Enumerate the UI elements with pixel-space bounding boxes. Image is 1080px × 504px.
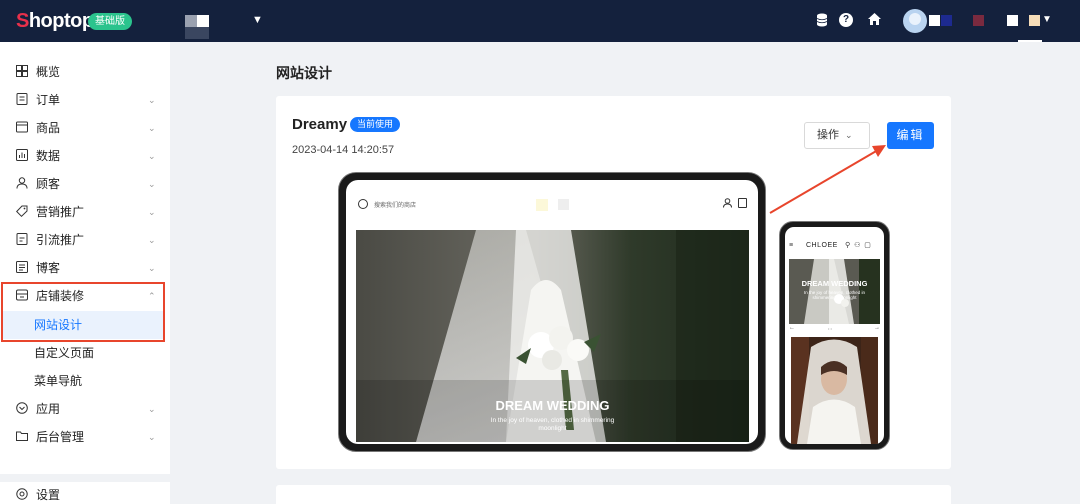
sidebar-item-orders[interactable]: 订单 ⌄: [0, 86, 170, 114]
sidebar-item-products[interactable]: 商品 ⌄: [0, 114, 170, 142]
account-swatch: [929, 15, 940, 26]
product-icon: [16, 121, 28, 133]
phone-screen: ≡ CHLOEE ⚲ ⚇ ▢ DREAM WEDDING In the joy …: [785, 227, 884, 444]
sidebar-item-traffic[interactable]: 引流推广 ⌄: [0, 226, 170, 254]
sidebar-item-blog[interactable]: 博客 ⌄: [0, 254, 170, 282]
order-icon: [16, 93, 28, 105]
sidebar-subitem-menu-navigation[interactable]: 菜单导航: [0, 367, 170, 395]
avatar[interactable]: [903, 9, 927, 33]
account-swatch: [941, 15, 952, 26]
phone-brand: CHLOEE: [806, 242, 838, 249]
hero-title: DREAM WEDDING: [495, 398, 610, 413]
sidebar-item-admin[interactable]: 后台管理 ⌄: [0, 423, 170, 451]
chevron-down-icon: ⌄: [148, 404, 156, 414]
hero-banner-image: DREAM WEDDING In the joy of heaven, clot…: [356, 230, 749, 442]
chevron-down-icon: ⌄: [148, 235, 156, 245]
chevron-down-icon: ⌄: [148, 179, 156, 189]
sidebar: 概览 订单 ⌄ 商品 ⌄ 数据 ⌄ 顾客 ⌄ 营销推广 ⌄ 引流推广 ⌄ 博客 …: [0, 42, 170, 504]
search-placeholder: 搜索我们的商店: [374, 203, 417, 209]
status-badge: 当前使用: [350, 117, 401, 132]
home-icon[interactable]: [866, 13, 882, 29]
traffic-icon: [16, 233, 28, 245]
blog-icon: [16, 261, 28, 273]
sidebar-item-label: 订单: [36, 93, 61, 107]
dashboard-icon: [16, 65, 28, 77]
sidebar-subitem-custom-pages[interactable]: 自定义页面: [0, 339, 170, 367]
tag-icon: [15, 205, 28, 218]
folder-icon: [16, 430, 28, 442]
store-switcher-caret-icon[interactable]: ▼: [252, 14, 263, 26]
store-thumbnail[interactable]: [185, 15, 209, 39]
sidebar-item-label: 引流推广: [36, 233, 85, 247]
phone-bride-photo: [791, 337, 878, 444]
store-logo: [536, 199, 548, 211]
phone-preview[interactable]: ≡ CHLOEE ⚲ ⚇ ▢ DREAM WEDDING In the joy …: [779, 221, 890, 450]
user-icon: [723, 198, 732, 210]
help-icon[interactable]: ?: [839, 13, 855, 29]
phone-hero-title: DREAM WEDDING: [801, 279, 868, 288]
tablet-screen: 搜索我们的商店 DREAM WEDDING In the joy of heav…: [346, 180, 758, 444]
theme-date: 2023-04-14 14:20:57: [292, 144, 395, 156]
cart-icon: [738, 198, 747, 208]
sidebar-item-label: 顾客: [36, 177, 61, 191]
language-swatch: [1007, 15, 1018, 26]
tablet-preview[interactable]: 搜索我们的商店 DREAM WEDDING In the joy of heav…: [338, 172, 766, 452]
sidebar-item-label: 营销推广: [36, 205, 85, 219]
annotation-arrow: [769, 145, 886, 214]
logo-text: Shoptop: [16, 10, 94, 32]
search-icon: [358, 199, 368, 209]
store-logo: [558, 199, 569, 210]
page-title: 网站设计: [276, 65, 332, 81]
phone-hero-image: DREAM WEDDING In the joy of heaven, clot…: [789, 259, 880, 324]
customer-icon: [16, 177, 28, 189]
slider-dots: • •: [828, 326, 832, 331]
chevron-down-icon: ⌄: [148, 123, 156, 133]
chevron-down-icon: ⌄: [148, 207, 156, 217]
sidebar-item-label: 博客: [36, 261, 61, 275]
chevron-down-icon: ⌄: [148, 263, 156, 273]
plan-badge: 基础版: [88, 13, 132, 30]
sidebar-item-label: 后台管理: [36, 430, 85, 444]
sidebar-item-apps[interactable]: 应用 ⌄: [0, 395, 170, 423]
language-swatch: [1029, 15, 1040, 26]
gear-icon: [16, 488, 28, 500]
theme-name: Dreamy: [292, 116, 348, 133]
menu-icon: ≡: [789, 242, 794, 249]
sidebar-item-data[interactable]: 数据 ⌄: [0, 142, 170, 170]
shoptop-logo[interactable]: Shoptop: [16, 10, 94, 33]
database-icon[interactable]: [814, 13, 830, 29]
sidebar-item-label: 商品: [36, 121, 61, 135]
chevron-down-icon: ⌄: [148, 432, 156, 442]
chevron-down-icon[interactable]: ▼: [1042, 14, 1052, 25]
sidebar-item-label: 数据: [36, 149, 61, 163]
sidebar-item-label: 概览: [36, 65, 61, 79]
top-bar: Shoptop 基础版 ▼ ? ▼: [0, 0, 1080, 42]
sidebar-item-label: 设置: [36, 488, 61, 502]
highlight-box: [1, 282, 165, 342]
apps-icon: [16, 402, 28, 414]
sidebar-item-label: 应用: [36, 402, 61, 416]
arrow-left-icon: ←: [789, 325, 795, 331]
chevron-down-icon: ⌄: [148, 151, 156, 161]
chart-icon: [16, 149, 28, 161]
sidebar-item-customers[interactable]: 顾客 ⌄: [0, 170, 170, 198]
sidebar-item-overview[interactable]: 概览: [0, 58, 170, 86]
second-card: [276, 485, 951, 504]
arrow-right-icon: →: [874, 325, 880, 331]
phone-hero-subtitle: In the joy of heaven, clothed in shimmer…: [803, 290, 866, 300]
account-swatch: [973, 15, 984, 26]
phone-header-icons: ⚲ ⚇ ▢: [845, 242, 872, 249]
sidebar-subitem-label: 自定义页面: [34, 346, 95, 360]
chevron-down-icon: ⌄: [148, 95, 156, 105]
sidebar-subitem-label: 菜单导航: [34, 374, 83, 388]
active-underline: [1018, 40, 1042, 42]
hero-subtitle: In the joy of heaven, clothed in shimmer…: [490, 417, 615, 432]
sidebar-item-settings[interactable]: 设置: [0, 481, 170, 504]
sidebar-item-marketing[interactable]: 营销推广 ⌄: [0, 198, 170, 226]
